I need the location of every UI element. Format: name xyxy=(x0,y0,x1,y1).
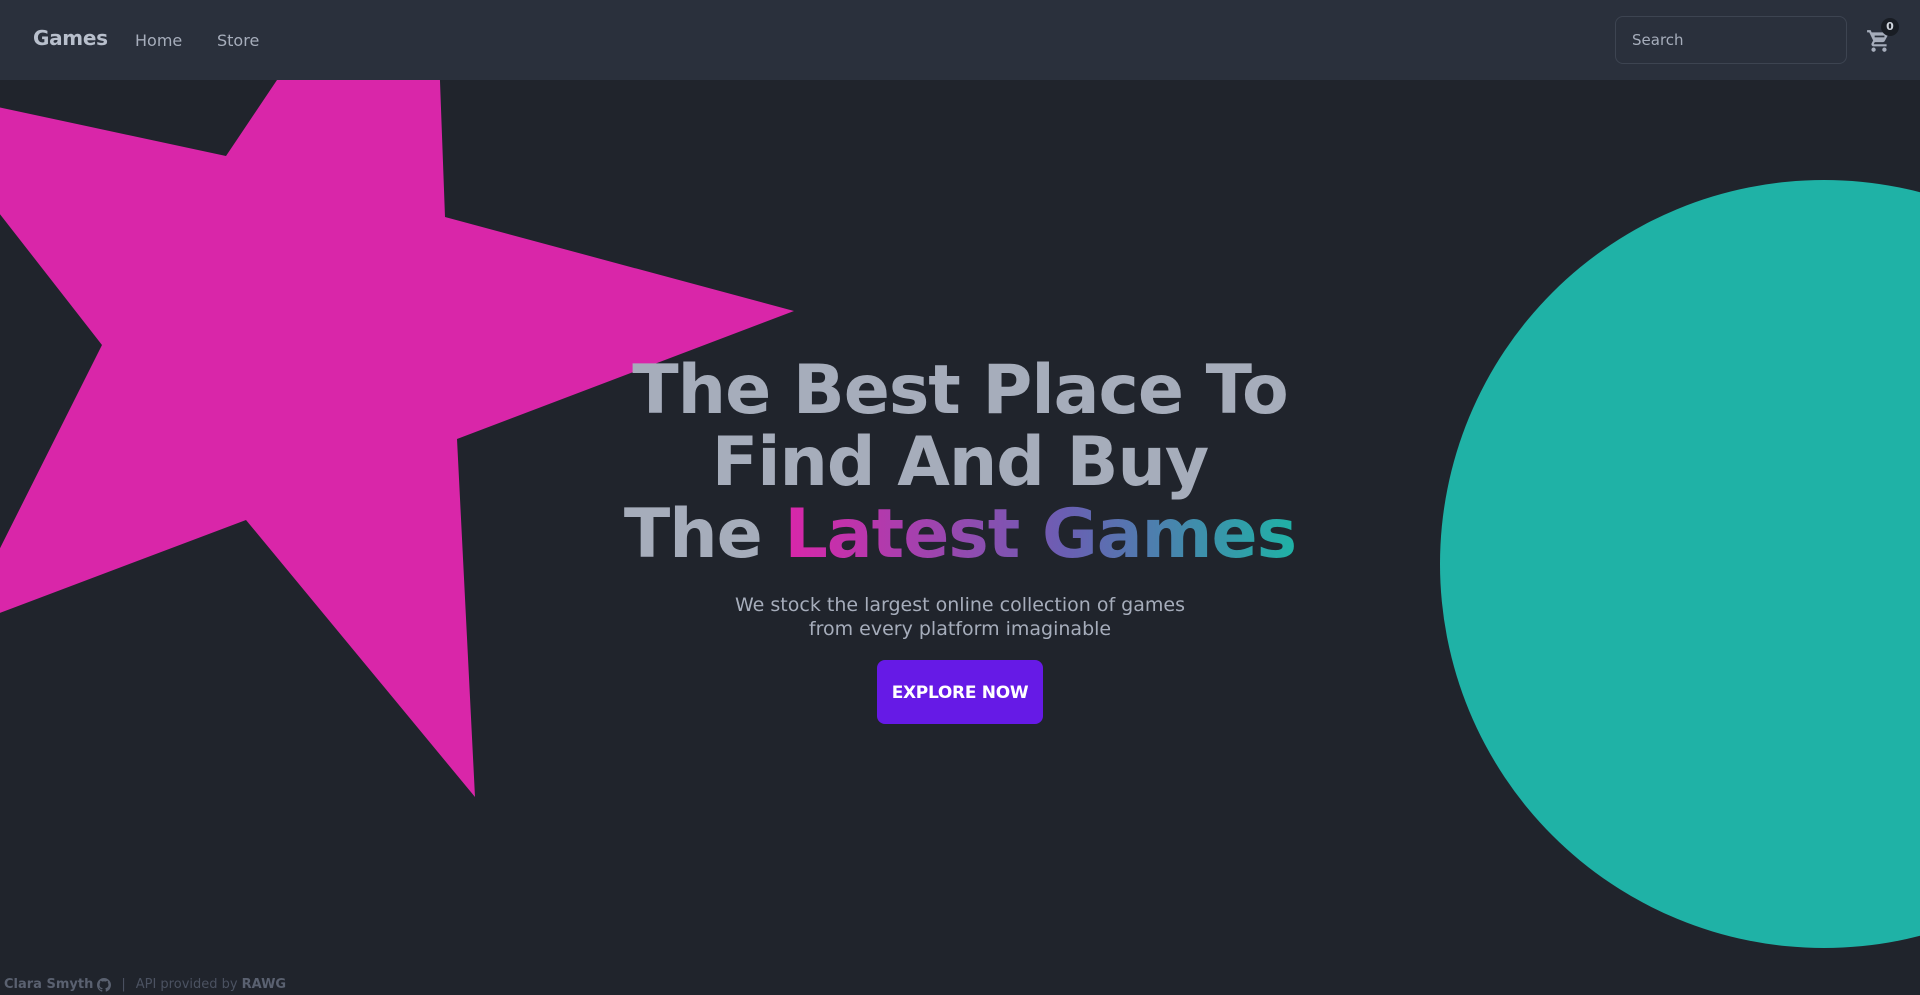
hero-headline: The Best Place To Find And Buy The Lates… xyxy=(560,355,1360,571)
rawg-name: RAWG xyxy=(241,977,287,992)
headline-line-3-prefix: The xyxy=(623,495,763,574)
subtitle-line-1: We stock the largest online collection o… xyxy=(735,594,1185,616)
subtitle-line-2: from every platform imaginable xyxy=(808,618,1112,640)
footer-separator: | xyxy=(121,977,126,992)
api-credit-text: API provided by xyxy=(135,977,238,992)
nav-link-home[interactable]: Home xyxy=(135,31,182,50)
rawg-link[interactable]: RAWG xyxy=(242,977,287,992)
nav-link-store[interactable]: Store xyxy=(217,31,259,50)
headline-highlight: Latest Games xyxy=(784,495,1297,574)
author-name: Clara Smyth xyxy=(4,977,94,992)
headline-line-2: Find And Buy xyxy=(711,423,1209,502)
navbar: Games Home Store 0 xyxy=(0,0,1920,80)
brand-logo[interactable]: Games xyxy=(33,26,108,50)
cart-count-badge: 0 xyxy=(1881,18,1899,36)
footer: Clara Smyth | API provided by RAWG xyxy=(4,977,286,992)
explore-now-button[interactable]: EXPLORE NOW xyxy=(877,660,1043,724)
headline-line-1: The Best Place To xyxy=(632,351,1288,430)
hero: The Best Place To Find And Buy The Lates… xyxy=(560,355,1360,724)
hero-subtitle: We stock the largest online collection o… xyxy=(720,593,1200,641)
circle-shape xyxy=(1440,180,1920,948)
search-input[interactable] xyxy=(1615,16,1847,64)
author-link[interactable]: Clara Smyth xyxy=(4,977,93,992)
github-icon[interactable] xyxy=(97,977,112,992)
